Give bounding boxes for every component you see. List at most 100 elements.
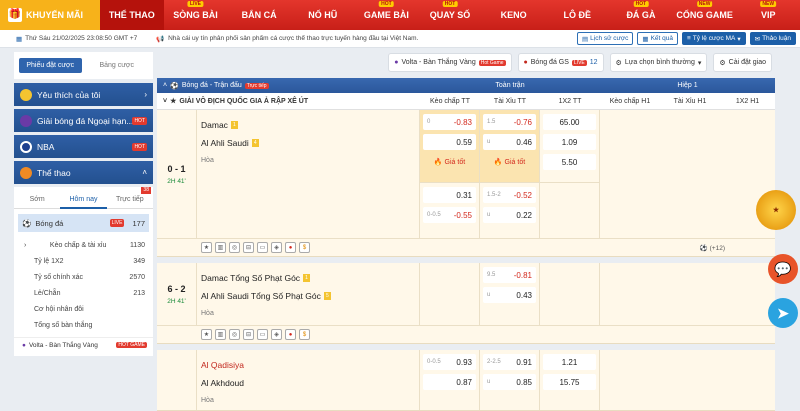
volta-label: Volta - Bàn Thắng Vàng bbox=[28, 341, 98, 349]
tab-betslip[interactable]: Phiếu đặt cược bbox=[19, 58, 82, 73]
live-stream-icon[interactable]: ● bbox=[285, 329, 296, 340]
fire-icon: 🔥 bbox=[493, 159, 503, 166]
sport-time-tabs: Sớm Hôm nay Trực tiếp 38 bbox=[14, 186, 153, 209]
more-markets-link[interactable]: ⚽ (+12) bbox=[700, 244, 725, 252]
odds-type-dropdown[interactable]: ≡ Tỷ lệ cược MA ▾ bbox=[682, 32, 746, 45]
settings-button[interactable]: ⚙ Cài đặt giao bbox=[713, 53, 772, 72]
market-item[interactable]: Tỷ số chính xác 2570 bbox=[14, 269, 153, 285]
promo-badge-icon[interactable]: ★ bbox=[756, 190, 796, 230]
sport-soccer[interactable]: ⚽ Bóng đá LIVE 177 bbox=[18, 214, 149, 232]
odds-button[interactable]: 1.5-2 -0.52 bbox=[483, 187, 536, 203]
nav-item[interactable]: KENO bbox=[482, 0, 546, 30]
info-icon[interactable]: ◎ bbox=[229, 329, 240, 340]
live-tag: Trực tiếp bbox=[244, 82, 269, 89]
collapse-icon[interactable]: ˄ bbox=[163, 82, 167, 89]
odds-button[interactable]: 65.00 bbox=[543, 114, 596, 130]
odds-button[interactable]: 0-0.5 -0.55 bbox=[423, 207, 476, 223]
league-star-icon[interactable]: ★ bbox=[170, 97, 176, 105]
nav-item[interactable]: NEW VIP bbox=[736, 0, 800, 30]
nav-item[interactable]: HOT QUAY SỐ bbox=[418, 0, 482, 30]
promo-button[interactable]: 🎁 KHUYẾN MÃI bbox=[0, 0, 100, 30]
hot-game-badge: HOT GAME bbox=[116, 342, 147, 348]
stats-icon[interactable]: ▥ bbox=[215, 242, 226, 253]
stats-icon[interactable]: ▥ bbox=[215, 329, 226, 340]
odds-button[interactable]: u 0.85 bbox=[483, 374, 536, 390]
odds-button[interactable]: 1.5 -0.76 bbox=[483, 114, 536, 130]
market-item[interactable]: Tỷ lệ 1X2 349 bbox=[14, 253, 153, 269]
nav-item[interactable]: NỔ HŨ bbox=[291, 0, 355, 30]
shield-icon[interactable]: ◈ bbox=[271, 329, 282, 340]
tv-icon[interactable]: ▭ bbox=[257, 242, 268, 253]
calendar-icon: ▦ bbox=[16, 35, 23, 43]
odds-icon: ≡ bbox=[687, 35, 691, 42]
col-header: Tài Xỉu H1 bbox=[673, 97, 707, 105]
nav-item[interactable]: LIVE SÒNG BÀI bbox=[164, 0, 228, 30]
chevron-down-icon: ▾ bbox=[737, 35, 741, 43]
sport-panel: Sớm Hôm nay Trực tiếp 38 ⚽ Bóng đá LIVE 1… bbox=[14, 186, 153, 356]
odds-button[interactable]: u 0.43 bbox=[483, 287, 536, 303]
collapse-icon[interactable]: ˅ bbox=[163, 98, 167, 105]
match-row: 6 - 2 2H 41' Damac Tổng Số Phạt Góc 1 Al … bbox=[157, 257, 775, 344]
nav-item[interactable]: BẮN CÁ bbox=[227, 0, 291, 30]
odds-button[interactable]: 0 -0.83 bbox=[423, 114, 476, 130]
nav-item[interactable]: HOT ĐÁ GÀ bbox=[609, 0, 673, 30]
market-item[interactable]: Cơ hội nhân đôi bbox=[14, 301, 153, 317]
nav-item-label: BẮN CÁ bbox=[241, 10, 277, 20]
gs-soccer-shortcut[interactable]: ● Bóng đá GS LIVE 12 bbox=[517, 53, 604, 72]
odds-button[interactable]: 15.75 bbox=[543, 374, 596, 390]
market-label: Tỷ số chính xác bbox=[34, 273, 84, 281]
results-button[interactable]: ▦ Kết quả bbox=[637, 32, 678, 45]
tab-live[interactable]: Trực tiếp 38 bbox=[107, 186, 153, 209]
odds-button[interactable]: u 0.22 bbox=[483, 207, 536, 223]
odds-value: -0.55 bbox=[453, 210, 472, 220]
coin-icon[interactable]: $ bbox=[299, 329, 310, 340]
sidebar-item-nba[interactable]: NBA HOT bbox=[14, 135, 153, 158]
sidebar-item-favorites[interactable]: Yêu thích của tôi › bbox=[14, 83, 153, 106]
chat-support-icon[interactable]: 💬 bbox=[768, 254, 798, 284]
odds-button[interactable]: 0-0.5 0.93 bbox=[423, 354, 476, 370]
market-item[interactable]: › Kèo chấp & tài xỉu 1130 bbox=[14, 237, 153, 253]
soccer-label: Bóng đá bbox=[35, 218, 64, 228]
telegram-icon[interactable]: ➤ bbox=[768, 298, 798, 328]
live-stream-icon[interactable]: ● bbox=[285, 242, 296, 253]
discussion-button[interactable]: ✉ Thảo luận bbox=[749, 32, 796, 45]
odds-button[interactable]: 5.50 bbox=[543, 154, 596, 170]
odds-button[interactable]: 0.31 bbox=[423, 187, 476, 203]
odds-button[interactable]: u 0.46 bbox=[483, 134, 536, 150]
tab-bet-table[interactable]: Bảng cược bbox=[86, 58, 149, 73]
nav-item[interactable]: THỂ THAO bbox=[100, 0, 164, 30]
market-item[interactable]: Lẻ/Chẵn 213 bbox=[14, 285, 153, 301]
nav-item[interactable]: NEW CỔNG GAME bbox=[673, 0, 737, 30]
nav-tag: HOT bbox=[633, 1, 649, 7]
market-item[interactable]: Tổng số bàn thắng bbox=[14, 317, 153, 333]
view-mode-select[interactable]: ⚙ Lựa chọn bình thường ▾ bbox=[609, 53, 708, 72]
sidebar-item-premier-league[interactable]: Giải bóng đá Ngoại hạn... HOT bbox=[14, 109, 153, 132]
field-icon[interactable]: ⊟ bbox=[243, 242, 254, 253]
star-icon[interactable]: ★ bbox=[201, 242, 212, 253]
odds-button[interactable]: 9.5 -0.81 bbox=[483, 267, 536, 283]
odds-button[interactable]: 1.21 bbox=[543, 354, 596, 370]
coin-icon[interactable]: $ bbox=[299, 242, 310, 253]
market-label: Kèo chấp & tài xỉu bbox=[49, 241, 107, 249]
shield-icon[interactable]: ◈ bbox=[271, 242, 282, 253]
odds-button[interactable]: 0.59 bbox=[423, 134, 476, 150]
odds-button[interactable]: 0.87 bbox=[423, 374, 476, 390]
odds-button[interactable]: 1.09 bbox=[543, 134, 596, 150]
volta-shortcut[interactable]: ● Volta - Bàn Thắng Vàng Hot Game bbox=[388, 53, 512, 72]
star-icon[interactable]: ★ bbox=[201, 329, 212, 340]
volta-icon: ● bbox=[394, 59, 399, 66]
tab-early[interactable]: Sớm bbox=[14, 191, 60, 209]
handicap-ft-cell: 0 -0.83 0.59 🔥 Giá tốt bbox=[420, 110, 480, 182]
field-icon[interactable]: ⊟ bbox=[243, 329, 254, 340]
sidebar-item-sports[interactable]: Thể thao ˄ bbox=[14, 161, 153, 184]
odds-button[interactable]: 2-2.5 0.91 bbox=[483, 354, 536, 370]
sidebar-item-label: Giải bóng đá Ngoại hạn... bbox=[37, 115, 134, 126]
sidebar-item-volta[interactable]: ● Volta - Bàn Thắng Vàng HOT GAME bbox=[14, 337, 153, 352]
nav-item[interactable]: HOT GAME BÀI bbox=[355, 0, 419, 30]
tv-icon[interactable]: ▭ bbox=[257, 329, 268, 340]
nav-item[interactable]: LÔ ĐỀ bbox=[545, 0, 609, 30]
bet-history-button[interactable]: ▤ Lịch sử cược bbox=[577, 32, 634, 45]
info-icon[interactable]: ◎ bbox=[229, 242, 240, 253]
tab-today[interactable]: Hôm nay bbox=[60, 191, 107, 209]
ou-line: 1.5-2 bbox=[487, 192, 501, 198]
